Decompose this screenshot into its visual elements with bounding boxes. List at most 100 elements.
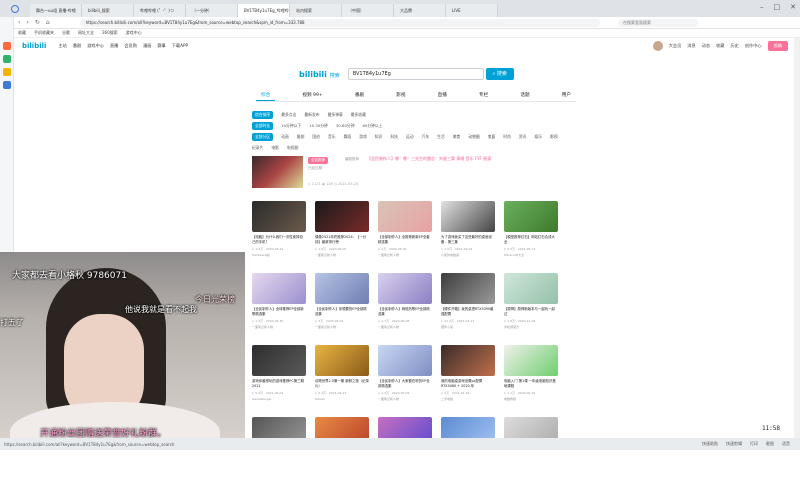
video-card[interactable]: 为了游戏我买了这些最好的桌面设备 - 第三集 ▷ 1.5万 · 2021-02-0… [441,201,495,268]
filter-option[interactable]: 纪录片 [252,145,263,151]
filter-option[interactable]: 科技 [390,134,398,140]
header-link[interactable]: 大会员 [669,43,682,49]
video-title[interactable] [504,451,558,460]
search-tab[interactable]: 直播 [433,90,452,101]
filter-option[interactable]: 综合排序 [252,111,274,119]
nav-item[interactable]: 游戏中心 [87,43,104,49]
filter-option[interactable]: 10-30分钟 [309,123,328,129]
nav-item[interactable]: 漫画 [143,43,151,49]
featured-thumbnail[interactable] [252,156,303,188]
avatar[interactable] [652,41,663,51]
filter-option[interactable]: 最多收藏 [351,112,366,118]
video-title[interactable]: 【全民制作人】网络热歌EP全部精选集 [378,307,432,316]
nav-item[interactable]: 直播 [110,43,118,49]
browser-tab[interactable]: 大品牌 [394,4,446,17]
video-uploader[interactable]: 一面笔记新人物 [378,253,432,257]
filter-option[interactable]: 知识 [375,134,383,140]
search-tab[interactable]: 专栏 [474,90,493,101]
video-card[interactable]: 游戏你最想玩的游戏推荐PC第三期 2021 ▷ 5.4万 · 2021-06-04… [252,345,306,412]
video-uploader[interactable]: Minecraft大全 [504,253,558,257]
header-link[interactable]: 创作中心 [745,43,762,49]
video-uploader[interactable]: GameRanger [252,397,306,401]
video-title[interactable]: 动物世界2.0第一期 新鲜之旅（纪录片） [315,379,369,388]
search-tab[interactable]: 番剧 [350,90,369,101]
browser-tab[interactable]: 站内搜索 [290,4,342,17]
video-uploader[interactable]: 小夏的电脑桌 [441,253,495,257]
filter-option[interactable]: 全部时长 [252,122,274,130]
video-title[interactable]: 游戏你最想玩的游戏推荐PC第三期 2021 [252,379,306,388]
filter-option[interactable]: 鬼畜 [488,134,496,140]
video-thumbnail[interactable] [315,201,369,232]
video-card[interactable] [252,417,306,484]
search-tab[interactable]: 用户 [557,90,576,101]
filter-option[interactable]: 美食 [453,134,461,140]
video-card[interactable] [378,417,432,484]
browser-tab[interactable]: BV1TB4y1u7Eg_哔哩哔 [238,4,290,17]
browser-tab[interactable]: （一分钟） [186,4,238,17]
video-card[interactable]: 【全民制作人】全球推荐EP全部新歌精选集 ▷ 1.3万 · 2020-05-30 一… [252,273,306,340]
nav-item[interactable]: 番剧 [73,43,81,49]
video-thumbnail[interactable] [504,201,558,232]
video-card[interactable]: 我的电脑桌游戏设置pc配置 RTX3080 + 2020 年 ▷ 2万 · 202… [441,345,495,412]
video-thumbnail[interactable] [378,201,432,232]
search-tab[interactable]: 视频 99+ [297,90,327,101]
video-thumbnail[interactable] [441,345,495,376]
video-card[interactable] [504,417,558,484]
video-thumbnail[interactable] [441,201,495,232]
featured-title[interactable]: 【全民制作人】哪！哪！三先生的雷总：外星三樂 演唱 音乐 FYF 摇滚 [367,156,491,162]
video-thumbnail[interactable] [252,345,306,376]
filter-option[interactable]: 30-60分钟 [336,123,355,129]
video-title[interactable] [378,451,432,460]
url-field[interactable]: https://search.bilibili.com/all?keyword=… [79,18,600,27]
status-item[interactable]: 快速剪辑 [726,441,742,447]
nav-item[interactable]: 主站 [58,43,66,49]
filter-option[interactable]: 电影 [271,145,279,151]
nav-item[interactable]: 赛事 [157,43,165,49]
close-icon[interactable]: ✕ [790,3,796,11]
maximize-icon[interactable]: □ [774,3,781,11]
video-title[interactable] [315,451,369,460]
video-card[interactable] [315,417,369,484]
video-card[interactable]: 电脑入门 第1课 一年级电脑知识基础课程 ▷ 1.1万 · 2020-09-16 电… [504,345,558,412]
video-card[interactable]: 【原神】原神新版本与一起玩一起过 ▷ 1.8万 · 2020-12-18 米哈游官方 [504,273,558,340]
video-uploader[interactable]: 电脑教程 [504,397,558,401]
nav-item[interactable]: 下载APP [172,43,188,49]
reload-icon[interactable]: ↻ [35,19,40,26]
search-input[interactable]: BV1T84y1u7Eg [347,68,484,80]
sidebar-app-icon[interactable] [2,42,11,50]
minimize-icon[interactable]: – [760,3,764,11]
bookmark-item[interactable]: 谷歌 [62,30,70,36]
header-link[interactable]: 动态 [702,43,710,49]
filter-option[interactable]: 舞蹈 [344,134,352,140]
video-title[interactable]: 【全民制作人】全球推荐EP全部新歌精选集 [252,307,306,316]
bookmark-item[interactable]: 收藏 [18,30,26,36]
video-card[interactable]: 偶像2021年终推荐2024：【一分钟】最新排行榜 ▷ 1.6万 · 2020-0… [315,201,369,268]
search-tab[interactable]: 话题 [515,90,534,101]
upload-button[interactable]: 投稿 [767,41,788,51]
video-card[interactable]: 【全民制作人】大家都在听的EP全部精选集 ▷ 1.3万 · 2020-05-09 一… [378,345,432,412]
video-title[interactable]: 我的电脑桌游戏设置pc配置 RTX3080 + 2020 年 [441,379,495,388]
filter-option[interactable]: 音乐 [328,134,336,140]
header-link[interactable]: 消息 [687,43,695,49]
browser-tab[interactable]: bilibili_搜索 [82,4,134,17]
video-title[interactable] [252,451,306,460]
video-thumbnail[interactable] [315,273,369,304]
filter-option[interactable]: 汽车 [422,134,430,140]
filter-option[interactable]: 运动 [406,134,414,140]
video-thumbnail[interactable] [378,273,432,304]
filter-option[interactable]: 最新发布 [304,112,319,118]
filter-option[interactable]: 国创 [312,134,320,140]
filter-option[interactable]: 娱乐 [534,134,542,140]
video-card[interactable]: 【全民制作人】网络热歌EP全部精选集 ▷ 1.7万 · 2020-06-08 一面笔… [378,273,432,340]
bookmark-item[interactable]: 手机收藏夹 [34,30,54,36]
filter-option[interactable]: 番剧 [297,134,305,140]
bookmark-item[interactable]: 网址大全 [78,30,94,36]
video-thumbnail[interactable] [441,273,495,304]
filter-option[interactable]: 动画 [281,134,289,140]
header-link[interactable]: 收藏 [716,43,724,49]
filter-option[interactable]: 游戏 [359,134,367,140]
home-icon[interactable]: ⌂ [46,19,50,26]
bookmark-item[interactable]: 360搜索 [102,30,118,36]
filter-option[interactable]: 60分钟以上 [363,123,383,129]
filter-option[interactable]: 10分钟以下 [281,123,301,129]
